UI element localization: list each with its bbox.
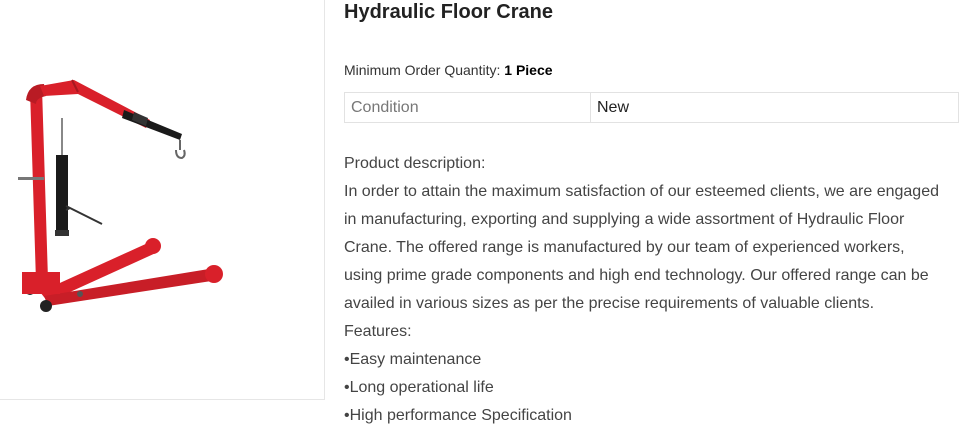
table-row: Condition New [344,92,959,123]
description-line: using prime grade components and high en… [344,267,929,284]
description-line: availed in various sizes as per the prec… [344,295,875,312]
description-line: In order to attain the maximum satisfact… [344,183,939,200]
spec-table: Condition New [344,92,959,123]
crane-icon [18,79,223,312]
moq-label: Minimum Order Quantity: [344,62,501,78]
moq-value: 1 Piece [504,62,553,78]
spec-value: New [590,92,959,123]
features-heading: Features: [344,323,412,340]
description-line: Crane. The offered range is manufactured… [344,239,905,256]
feature-item: Easy maintenance [344,346,960,374]
description-line: in manufacturing, exporting and supplyin… [344,211,905,228]
feature-item: Long operational life [344,374,960,402]
product-description: Product description: In order to attain … [344,150,960,430]
minimum-order-quantity: Minimum Order Quantity: 1 Piece [344,62,553,78]
product-image-panel[interactable] [0,0,325,400]
features-list: Easy maintenance Long operational life H… [344,346,960,430]
feature-item: High performance Specification [344,402,960,430]
spec-key: Condition [344,92,591,123]
product-title: Hydraulic Floor Crane [344,1,553,23]
description-heading: Product description: [344,155,486,172]
